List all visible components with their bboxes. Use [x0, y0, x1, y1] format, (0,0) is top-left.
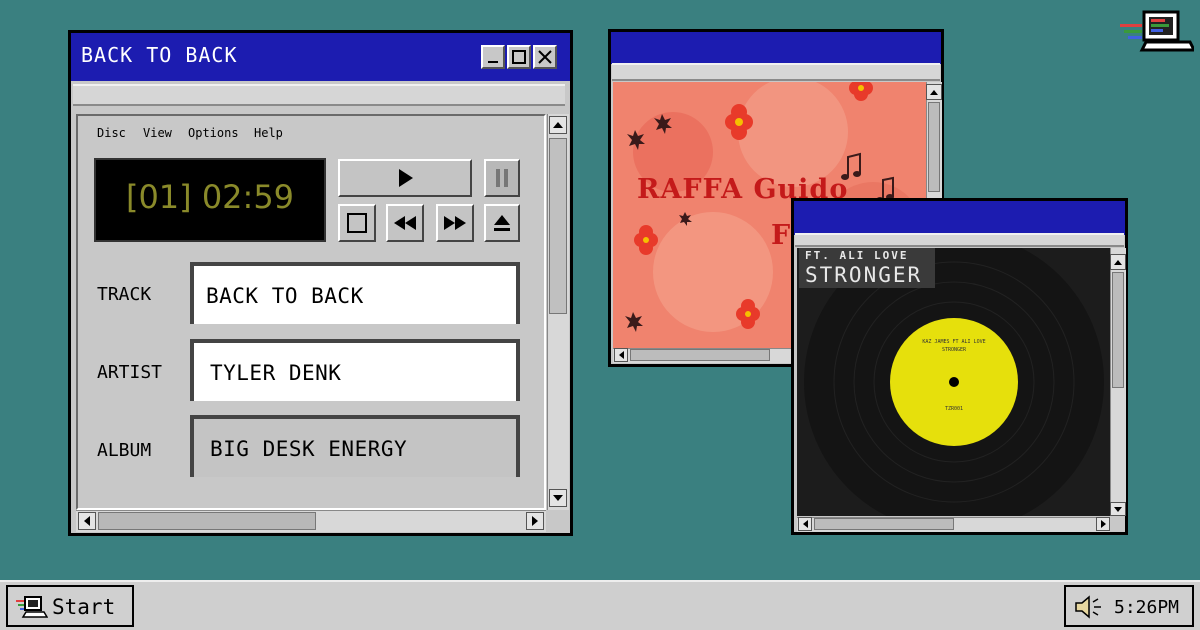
- rewind-button[interactable]: [386, 204, 424, 242]
- record-label-code: TZR001: [944, 406, 964, 412]
- record-spindle-hole: [949, 377, 959, 387]
- title-bar: BACK TO BACK: [71, 33, 570, 81]
- eject-button[interactable]: [484, 204, 520, 242]
- artist-value: TYLER DENK: [210, 361, 342, 385]
- clock: 5:26PM: [1114, 597, 1180, 618]
- system-tray: 5:26PM: [1064, 585, 1194, 627]
- menu-help[interactable]: Help: [254, 126, 283, 140]
- art2-scroll-right-arrow[interactable]: [1096, 517, 1110, 531]
- track-time-readout: [01] 02:59: [125, 178, 295, 216]
- art2-toolbar-strip: [795, 233, 1124, 247]
- scroll-right-arrow[interactable]: [526, 512, 544, 530]
- play-icon: [399, 169, 413, 187]
- album-art-2: FT. ALI LOVE STRONGER KAZ JAMES FT ALI L…: [797, 248, 1110, 516]
- art2-title-bar: [794, 201, 1125, 235]
- window-title: BACK TO BACK: [81, 43, 238, 67]
- speaker-icon[interactable]: [1074, 595, 1104, 619]
- taskbar: Start 5:26PM: [0, 580, 1200, 630]
- scroll-left-arrow[interactable]: [78, 512, 96, 530]
- artist-field[interactable]: TYLER DENK: [190, 339, 520, 401]
- fast-forward-button[interactable]: [436, 204, 474, 242]
- record-label-artist: KAZ JAMES FT ALI LOVE: [922, 339, 986, 345]
- album-field[interactable]: BIG DESK ENERGY: [190, 415, 520, 477]
- stop-icon: [347, 213, 367, 233]
- album-value: BIG DESK ENERGY: [210, 437, 408, 461]
- art2-scroll-down-arrow[interactable]: [1110, 502, 1126, 516]
- eject-icon: [494, 215, 510, 231]
- minimize-button[interactable]: [481, 45, 505, 69]
- art1-title-text-2: F: [771, 220, 791, 251]
- pause-button[interactable]: [484, 159, 520, 197]
- art1-vertical-scroll-thumb[interactable]: [928, 102, 940, 192]
- scroll-up-arrow[interactable]: [549, 116, 567, 134]
- rewind-icon: [394, 216, 416, 230]
- record-label-song: STRONGER: [941, 347, 967, 353]
- artist-label: ARTIST: [97, 362, 163, 383]
- art1-scroll-up-arrow[interactable]: [926, 84, 942, 100]
- fast-forward-icon: [444, 216, 466, 230]
- art2-title-box: FT. ALI LOVE STRONGER: [799, 248, 935, 288]
- art2-vertical-scroll-thumb[interactable]: [1112, 272, 1124, 388]
- art2-song-title: STRONGER: [805, 263, 923, 287]
- start-label: Start: [52, 595, 116, 619]
- pause-icon: [496, 169, 508, 187]
- start-computer-icon: [16, 596, 48, 618]
- art1-scroll-left-arrow[interactable]: [614, 348, 628, 362]
- stop-button[interactable]: [338, 204, 376, 242]
- art2-scroll-up-arrow[interactable]: [1110, 254, 1126, 270]
- art2-horizontal-scroll-thumb[interactable]: [814, 518, 954, 530]
- track-label: TRACK: [97, 284, 152, 305]
- menu-view[interactable]: View: [143, 126, 172, 140]
- maximize-button[interactable]: [507, 45, 531, 69]
- menu-options[interactable]: Options: [188, 126, 239, 140]
- scroll-down-arrow[interactable]: [549, 489, 567, 507]
- play-button[interactable]: [338, 159, 472, 197]
- album-label: ALBUM: [97, 440, 152, 461]
- horizontal-scroll-thumb[interactable]: [98, 512, 316, 530]
- vertical-scroll-thumb[interactable]: [549, 138, 567, 314]
- art2-featuring: FT. ALI LOVE: [805, 249, 909, 262]
- art1-toolbar-strip: [612, 63, 940, 81]
- menu-disc[interactable]: Disc: [97, 126, 126, 140]
- start-button[interactable]: Start: [6, 585, 134, 627]
- close-button[interactable]: [533, 45, 557, 69]
- art1-title-bar: [611, 32, 941, 64]
- art2-scroll-left-arrow[interactable]: [798, 517, 812, 531]
- computer-desktop-icon[interactable]: [1120, 10, 1197, 52]
- track-value: BACK TO BACK: [206, 284, 364, 308]
- time-display: [01] 02:59: [94, 158, 326, 242]
- art1-horizontal-scroll-thumb[interactable]: [630, 349, 770, 361]
- player-toolbar-strip: [73, 84, 565, 106]
- track-field[interactable]: BACK TO BACK: [190, 262, 520, 324]
